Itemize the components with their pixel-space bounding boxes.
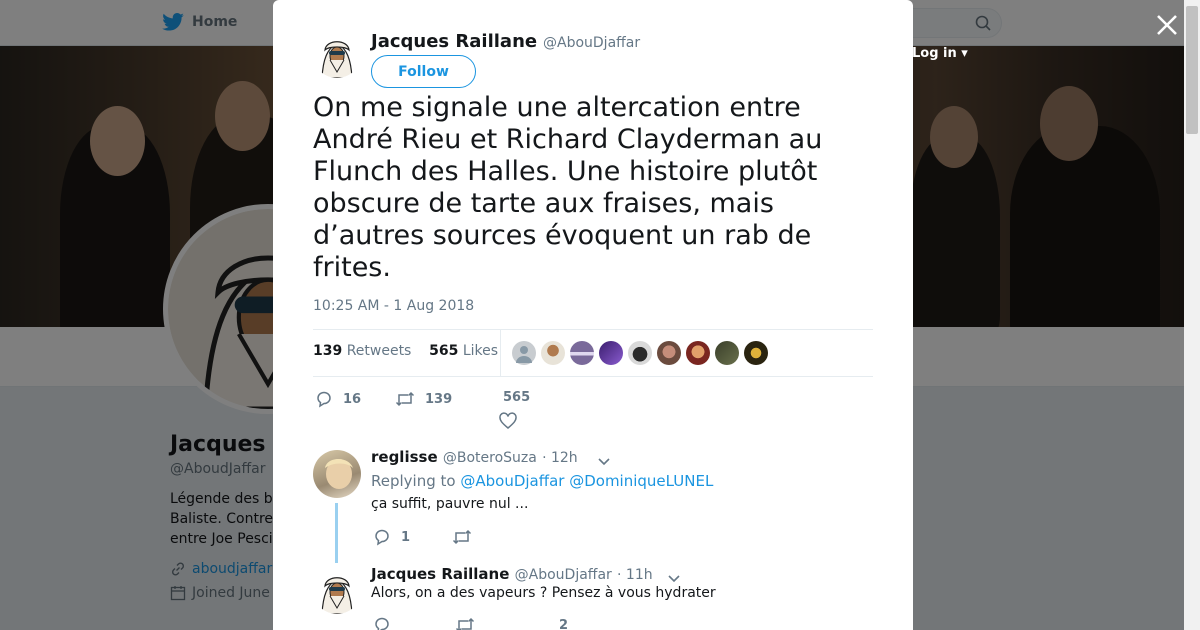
reply-menu-button[interactable] bbox=[597, 452, 611, 471]
default-user-icon bbox=[516, 346, 532, 363]
reply-actions: 2 bbox=[373, 616, 568, 630]
like-action[interactable] bbox=[499, 412, 517, 434]
reply-reply-action[interactable]: 1 bbox=[373, 528, 410, 546]
scrollbar-thumb[interactable] bbox=[1186, 6, 1198, 134]
reply-retweet-action[interactable] bbox=[455, 616, 475, 630]
reply-author-handle: @BoteroSuza bbox=[442, 450, 537, 466]
reply-action[interactable]: 16 bbox=[315, 390, 361, 408]
retweets-stat[interactable]: 139 Retweets bbox=[313, 343, 411, 359]
liker-avatar[interactable] bbox=[570, 341, 594, 365]
reply-reply-count: 1 bbox=[401, 529, 411, 545]
tweet-actions: 16 139 565 bbox=[313, 386, 873, 436]
reply-author[interactable]: reglisse @BoteroSuza · 12h bbox=[371, 448, 578, 466]
liker-avatars bbox=[512, 341, 768, 365]
liker-avatar[interactable] bbox=[744, 341, 768, 365]
like-count: 565 bbox=[503, 390, 531, 405]
reply-avatar-image bbox=[325, 459, 353, 489]
reply-icon bbox=[317, 391, 331, 408]
likes-stat-count: 565 bbox=[429, 343, 459, 359]
reply-text: ça suffit, pauvre nul ... bbox=[371, 496, 529, 512]
reply-author-avatar[interactable] bbox=[313, 450, 361, 498]
likes-stat[interactable]: 565 Likes bbox=[429, 343, 498, 359]
liker-avatar[interactable] bbox=[657, 341, 681, 365]
liker-avatar[interactable] bbox=[512, 341, 536, 365]
tweet-text: On me signale une altercation entre Andr… bbox=[313, 92, 823, 283]
retweet-icon bbox=[395, 391, 415, 407]
retweet-action[interactable]: 139 bbox=[395, 390, 452, 408]
close-modal-button[interactable] bbox=[1154, 12, 1180, 38]
reply-icon bbox=[375, 529, 389, 546]
liker-avatar[interactable] bbox=[599, 341, 623, 365]
chevron-down-icon bbox=[668, 575, 680, 583]
reply-author[interactable]: Jacques Raillane @AbouDjaffar · 11h bbox=[371, 565, 653, 583]
reply-icon bbox=[375, 617, 389, 630]
heart-icon bbox=[499, 412, 517, 429]
tweet-author-name[interactable]: Jacques Raillane bbox=[371, 31, 537, 52]
liker-avatar[interactable] bbox=[715, 341, 739, 365]
liker-avatar[interactable] bbox=[628, 341, 652, 365]
retweet-icon bbox=[455, 617, 475, 630]
follow-button[interactable]: Follow bbox=[371, 55, 476, 88]
liker-avatar[interactable] bbox=[541, 341, 565, 365]
reply-text: Alors, on a des vapeurs ? Pensez à vous … bbox=[371, 585, 716, 601]
close-icon bbox=[1157, 15, 1177, 35]
reply-author-name: Jacques Raillane bbox=[371, 565, 510, 583]
reply-count: 16 bbox=[343, 391, 362, 407]
tweet-stats: 139 Retweets 565 Likes bbox=[313, 329, 873, 377]
tweet-author-avatar[interactable] bbox=[313, 30, 361, 78]
tweet-modal: Jacques Raillane @AbouDjaffar Follow On … bbox=[273, 0, 913, 630]
chevron-down-icon bbox=[598, 458, 610, 466]
reply-author-handle: @AbouDjaffar bbox=[514, 567, 612, 583]
retweet-count: 139 bbox=[425, 391, 453, 407]
thread-line bbox=[335, 503, 338, 563]
reply-retweet-action[interactable] bbox=[452, 528, 472, 546]
author-avatar-image bbox=[313, 30, 361, 78]
reply-reply-action[interactable] bbox=[373, 616, 391, 630]
reply-author-avatar[interactable] bbox=[313, 566, 361, 614]
login-label: Log in bbox=[912, 46, 957, 61]
like-count-label[interactable]: 565 bbox=[503, 390, 530, 405]
retweet-icon bbox=[453, 529, 472, 545]
mention-link[interactable]: @DominiqueLUNEL bbox=[569, 472, 713, 490]
reply-time[interactable]: · 12h bbox=[542, 450, 578, 466]
mention-link[interactable]: @AbouDjaffar bbox=[460, 472, 564, 490]
tweet-timestamp[interactable]: 10:25 AM - 1 Aug 2018 bbox=[313, 298, 474, 314]
login-link[interactable]: Log in ▾ bbox=[912, 46, 968, 61]
retweets-stat-count: 139 bbox=[313, 343, 343, 359]
liker-avatar[interactable] bbox=[686, 341, 710, 365]
reply-avatar-image bbox=[313, 566, 361, 614]
retweets-stat-label: Retweets bbox=[346, 343, 412, 359]
reply-like-count[interactable]: 2 bbox=[559, 618, 568, 630]
reply-time[interactable]: · 11h bbox=[617, 567, 653, 583]
tweet-author-handle[interactable]: @AbouDjaffar bbox=[543, 35, 640, 51]
reply-author-name: reglisse bbox=[371, 448, 438, 466]
reply-actions: 1 bbox=[373, 528, 472, 546]
likes-stat-label: Likes bbox=[462, 343, 499, 359]
stat-counts: 139 Retweets 565 Likes bbox=[313, 343, 498, 359]
replying-prefix: Replying to bbox=[371, 472, 456, 490]
replying-to: Replying to @AbouDjaffar @DominiqueLUNEL bbox=[371, 472, 713, 490]
stats-divider bbox=[500, 330, 501, 376]
